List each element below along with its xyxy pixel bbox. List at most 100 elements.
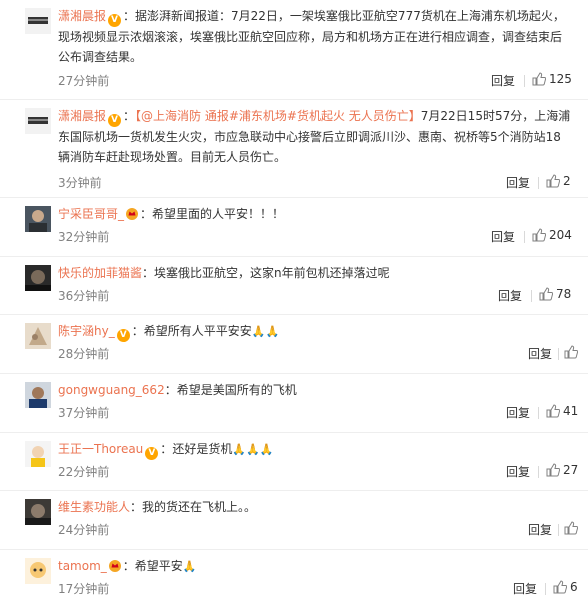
thumbs-up-icon bbox=[532, 72, 547, 86]
comment-body: 希望里面的人平安！！！ bbox=[152, 207, 285, 221]
reply-button[interactable]: 回复 bbox=[506, 463, 530, 480]
thumbs-up-icon bbox=[564, 345, 579, 359]
thumbs-up-icon bbox=[539, 287, 554, 301]
comment-body: 埃塞俄比亚航空，这家n年前包机还掉落过呢 bbox=[154, 266, 390, 280]
comment-body: 据澎湃新闻报道：7月22日，一架埃塞俄比亚航空777货机在上海浦东机场起火，现场… bbox=[58, 9, 565, 64]
like-count: 2 bbox=[563, 174, 571, 188]
comment-item: 潇湘晨报 V ：据澎湃新闻报道：7月22日，一架埃塞俄比亚航空777货机在上海浦东机… bbox=[0, 0, 588, 100]
like-count: 204 bbox=[549, 228, 572, 242]
like-button[interactable]: 204 bbox=[532, 228, 572, 242]
divider bbox=[558, 348, 559, 360]
comment-text: 快乐的加菲猫酱：埃塞俄比亚航空，这家n年前包机还掉落过呢 bbox=[58, 263, 572, 283]
username-link[interactable]: 潇湘晨报 bbox=[58, 109, 106, 123]
like-button[interactable]: 78 bbox=[539, 287, 571, 301]
divider bbox=[545, 583, 546, 595]
reply-button[interactable]: 回复 bbox=[528, 345, 552, 362]
username-link[interactable]: 王正一Thoreau bbox=[58, 442, 143, 456]
thumbs-up-icon bbox=[546, 404, 561, 418]
comment-body: 希望是美国所有的飞机 bbox=[176, 383, 297, 397]
username-link[interactable]: 潇湘晨报 bbox=[58, 9, 106, 23]
avatar[interactable] bbox=[25, 441, 51, 467]
like-count: 78 bbox=[556, 287, 572, 301]
comment-text: 潇湘晨报 V ：据澎湃新闻报道：7月22日，一架埃塞俄比亚航空777货机在上海浦东机… bbox=[58, 6, 572, 67]
like-button[interactable] bbox=[564, 345, 581, 359]
like-button[interactable]: 41 bbox=[546, 404, 578, 418]
avatar[interactable] bbox=[25, 499, 51, 525]
reply-button[interactable]: 回复 bbox=[513, 580, 537, 597]
crown-icon bbox=[126, 208, 139, 220]
crown-icon bbox=[108, 560, 121, 572]
comment-item: 潇湘晨报 V ：【@上海消防 通报#浦东机场#货机起火 无人员伤亡】7月22日15时… bbox=[0, 100, 588, 198]
username-link[interactable]: 快乐的加菲猫酱 bbox=[58, 266, 142, 280]
comment-item: 快乐的加菲猫酱：埃塞俄比亚航空，这家n年前包机还掉落过呢 36分钟前 回复 78 bbox=[0, 257, 588, 315]
reply-button[interactable]: 回复 bbox=[498, 287, 522, 304]
username-link[interactable]: 宁采臣哥哥_ bbox=[58, 207, 124, 221]
topic-link[interactable]: 【@上海消防 通报#浦东机场#货机起火 无人员伤亡】 bbox=[135, 109, 421, 123]
reply-button[interactable]: 回复 bbox=[528, 521, 552, 538]
divider bbox=[524, 231, 525, 243]
comment-text: 宁采臣哥哥_ ：希望里面的人平安！！！ bbox=[58, 204, 572, 224]
thumbs-up-icon bbox=[546, 174, 561, 188]
like-count: 6 bbox=[570, 580, 578, 594]
pray-emoji-icon: 🙏🙏🙏 bbox=[232, 443, 274, 456]
like-button[interactable]: 2 bbox=[546, 174, 571, 188]
timestamp: 3分钟前 bbox=[58, 176, 102, 190]
reply-button[interactable]: 回复 bbox=[506, 174, 530, 191]
comment-text: tamom_ ：希望平安🙏 bbox=[58, 556, 572, 577]
pray-emoji-icon: 🙏 bbox=[182, 560, 197, 573]
comment-item: 维生素功能人：我的货还在飞机上。。 24分钟前 回复 bbox=[0, 491, 588, 550]
avatar[interactable] bbox=[25, 382, 51, 408]
username-link[interactable]: tamom_ bbox=[58, 559, 107, 573]
like-button[interactable]: 6 bbox=[553, 580, 578, 594]
reply-button[interactable]: 回复 bbox=[506, 404, 530, 421]
timestamp: 24分钟前 bbox=[58, 523, 110, 537]
like-button[interactable] bbox=[564, 521, 581, 535]
avatar[interactable] bbox=[25, 265, 51, 291]
avatar[interactable] bbox=[25, 323, 51, 349]
comment-body: 还好是货机 bbox=[172, 442, 233, 456]
separator: ： bbox=[131, 324, 144, 338]
divider bbox=[538, 466, 539, 478]
verified-v-icon: V bbox=[108, 14, 122, 27]
timestamp: 32分钟前 bbox=[58, 230, 110, 244]
separator: ： bbox=[123, 109, 136, 123]
comment-text: 维生素功能人：我的货还在飞机上。。 bbox=[58, 497, 572, 517]
comment-item: 陈宇涵hy_ V ：希望所有人平平安安🙏🙏 28分钟前 回复 bbox=[0, 315, 588, 374]
reply-button[interactable]: 回复 bbox=[491, 228, 515, 245]
username-link[interactable]: 陈宇涵hy_ bbox=[58, 324, 115, 338]
username-link[interactable]: gongwguang_662 bbox=[58, 383, 165, 397]
thumbs-up-icon bbox=[564, 521, 579, 535]
separator: ： bbox=[123, 9, 136, 23]
verified-v-icon: V bbox=[145, 447, 159, 460]
separator: ： bbox=[122, 559, 135, 573]
timestamp: 27分钟前 bbox=[58, 74, 110, 88]
thumbs-up-icon bbox=[532, 228, 547, 242]
divider bbox=[538, 177, 539, 189]
divider bbox=[531, 290, 532, 302]
verified-v-icon: V bbox=[116, 329, 130, 342]
username-link[interactable]: 维生素功能人 bbox=[58, 500, 130, 514]
separator: ： bbox=[130, 500, 143, 514]
timestamp: 17分钟前 bbox=[58, 582, 110, 596]
like-button[interactable]: 125 bbox=[532, 72, 572, 86]
avatar[interactable] bbox=[25, 558, 51, 584]
like-button[interactable]: 27 bbox=[546, 463, 578, 477]
thumbs-up-icon bbox=[553, 580, 568, 594]
divider bbox=[538, 407, 539, 419]
comment-body: 希望平安 bbox=[134, 559, 183, 573]
avatar[interactable] bbox=[25, 8, 51, 34]
verified-v-icon: V bbox=[108, 114, 122, 127]
avatar[interactable] bbox=[25, 108, 51, 134]
comment-item: gongwguang_662：希望是美国所有的飞机 37分钟前 回复 41 bbox=[0, 374, 588, 433]
avatar[interactable] bbox=[25, 206, 51, 232]
thumbs-up-icon bbox=[546, 463, 561, 477]
like-count: 125 bbox=[549, 72, 572, 86]
timestamp: 22分钟前 bbox=[58, 465, 110, 479]
comment-text: gongwguang_662：希望是美国所有的飞机 bbox=[58, 380, 572, 400]
comment-list: 潇湘晨报 V ：据澎湃新闻报道：7月22日，一架埃塞俄比亚航空777货机在上海浦东机… bbox=[0, 0, 588, 605]
reply-button[interactable]: 回复 bbox=[491, 72, 515, 89]
like-count: 41 bbox=[563, 404, 579, 418]
separator: ： bbox=[164, 383, 177, 397]
comment-text: 陈宇涵hy_ V ：希望所有人平平安安🙏🙏 bbox=[58, 321, 572, 342]
like-count: 27 bbox=[563, 463, 579, 477]
